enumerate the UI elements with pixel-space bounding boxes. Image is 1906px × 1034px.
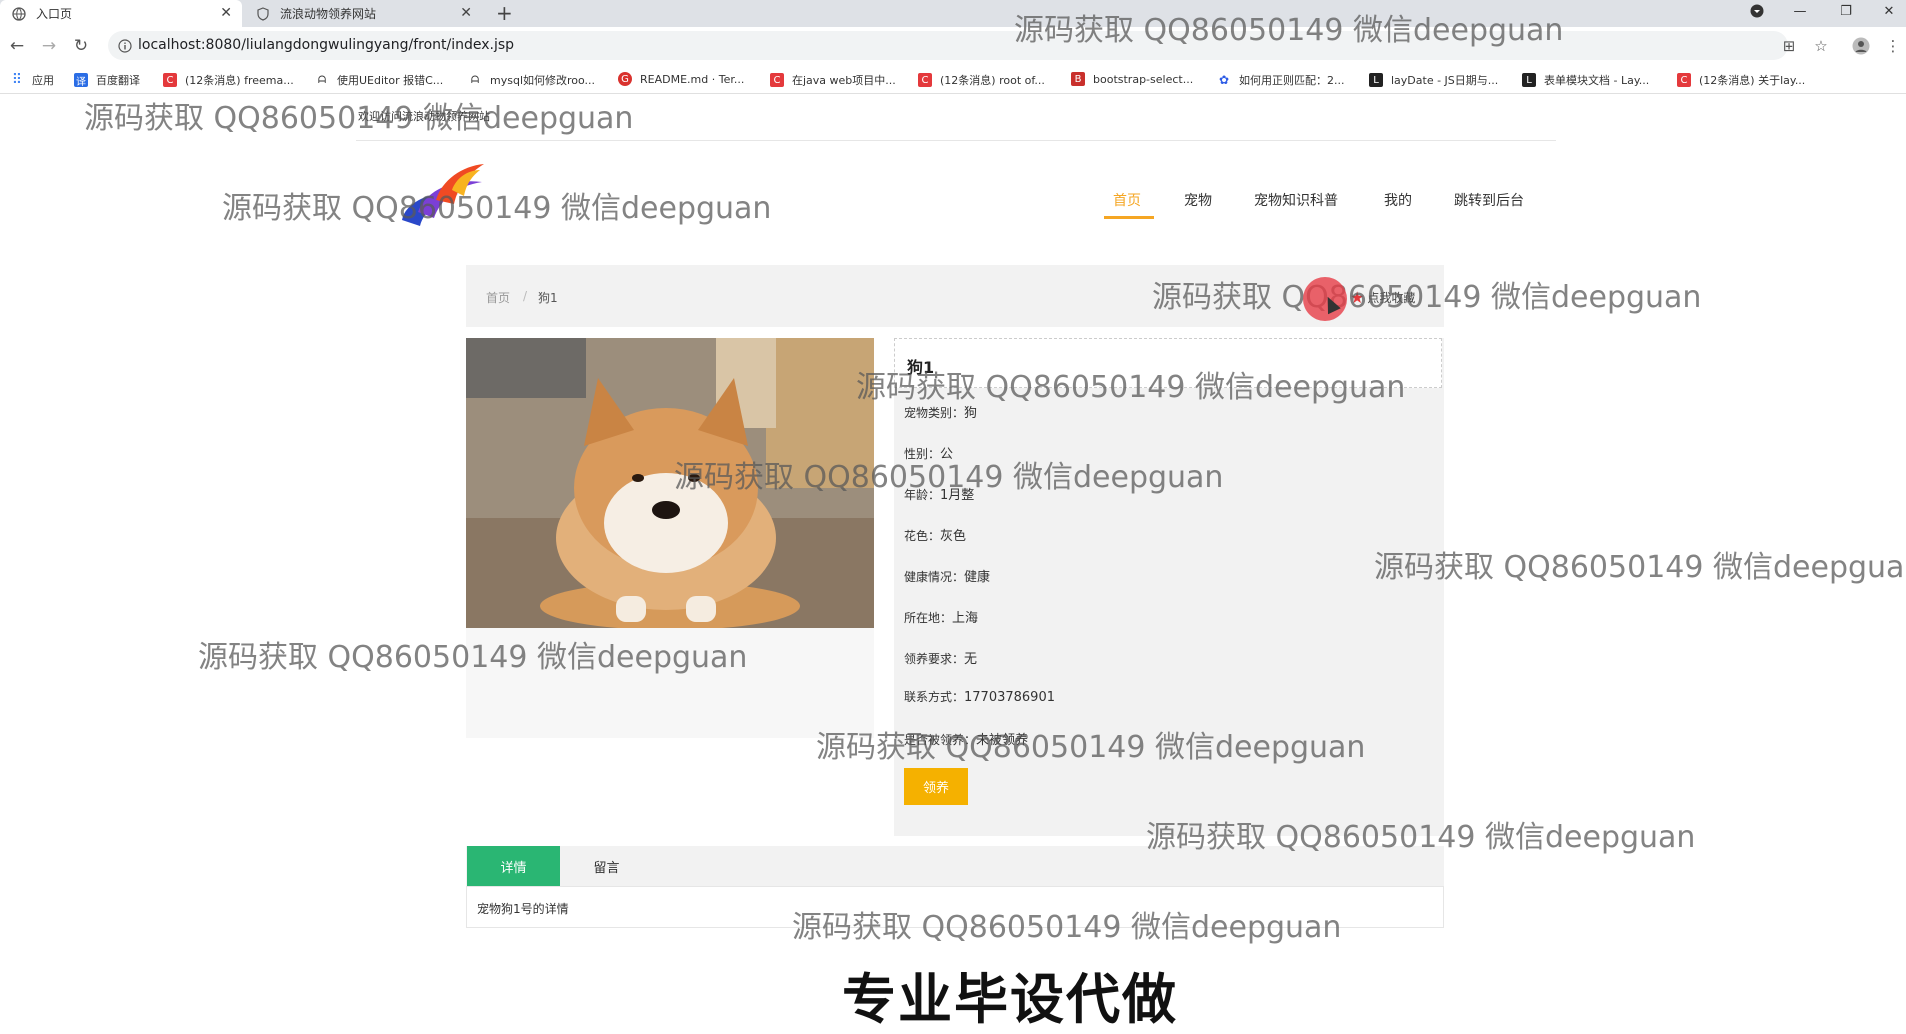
breadcrumb-separator: /: [523, 289, 528, 303]
layui-icon: L: [1369, 73, 1383, 87]
bookmark-item[interactable]: 译百度翻译: [74, 72, 140, 88]
bookmark-item[interactable]: G README.md · Ter...: [618, 72, 744, 86]
forward-icon[interactable]: →: [38, 35, 60, 57]
field-age: 年龄：1月整: [904, 488, 975, 503]
bookmark-item[interactable]: ᗩ mysql如何修改roo...: [468, 72, 595, 88]
csdn-icon: C: [770, 73, 784, 87]
site-logo[interactable]: [396, 160, 488, 232]
field-location: 所在地：上海: [904, 611, 979, 626]
header-divider: [356, 140, 1556, 141]
favorite-label: 点我收藏: [1367, 291, 1416, 305]
breadcrumb: [466, 265, 1444, 327]
info-icon[interactable]: [118, 38, 132, 53]
bookmark-item[interactable]: ᗩ 使用UEditor 报错C...: [315, 72, 443, 88]
link-icon: ᗩ: [317, 74, 327, 86]
tab-close-icon[interactable]: ✕: [220, 5, 232, 21]
bookmark-item[interactable]: ✿ 如何用正则匹配：2...: [1217, 72, 1345, 88]
globe-icon: [12, 6, 26, 21]
bootstrap-icon: B: [1071, 72, 1085, 86]
watermark: 源码获取 QQ86050149 微信deepguan: [222, 191, 772, 226]
link-icon: ᗩ: [470, 74, 480, 86]
nav-pets[interactable]: 宠物: [1184, 190, 1212, 210]
bookmark-apps[interactable]: ⠿ 应用: [10, 72, 54, 88]
translate-icon[interactable]: ⊞: [1780, 37, 1798, 55]
csdn-icon: C: [163, 73, 177, 87]
tab-title: 流浪动物领养网站: [280, 7, 377, 21]
nav-mine[interactable]: 我的: [1384, 190, 1412, 210]
tab-entry-page[interactable]: 入口页 ✕: [0, 0, 242, 27]
account-icon[interactable]: [1852, 37, 1870, 55]
csdn-icon: C: [1677, 73, 1691, 87]
watermark: 源码获取 QQ86050149 微信deepguan: [1374, 550, 1906, 585]
url-text: localhost:8080/liulangdongwulingyang/fro…: [138, 37, 515, 53]
field-health: 健康情况：健康: [904, 570, 991, 585]
bookmark-item[interactable]: C 在java web项目中...: [770, 72, 896, 88]
breadcrumb-home[interactable]: 首页: [486, 289, 510, 306]
tab-messages[interactable]: 留言: [560, 846, 653, 886]
tab-close-icon[interactable]: ✕: [460, 5, 472, 21]
minimize-icon[interactable]: —: [1785, 0, 1815, 22]
field-requirement: 领养要求：无: [904, 652, 978, 667]
bookmark-item[interactable]: C (12条消息) 关于lay...: [1677, 72, 1805, 88]
layui-icon: L: [1522, 73, 1536, 87]
welcome-text: 欢迎访问流浪动物领养网站: [358, 110, 490, 123]
breadcrumb-current: 狗1: [538, 291, 558, 305]
csdn-icon: C: [918, 73, 932, 87]
field-adopted-status: 是否被领养：未被领养: [904, 733, 1029, 748]
bookmark-star-icon[interactable]: ☆: [1812, 37, 1830, 55]
nav-pet-knowledge[interactable]: 宠物知识科普: [1254, 190, 1338, 210]
back-icon[interactable]: ←: [6, 35, 28, 57]
bookmarks-bar: ⠿ 应用 译百度翻译 C (12条消息) freema... ᗩ 使用UEditor …: [0, 64, 1906, 94]
reload-icon[interactable]: ↻: [70, 35, 92, 57]
detail-text: 宠物狗1号的详情: [477, 902, 569, 916]
shield-icon: [256, 6, 270, 21]
tab-adoption-site[interactable]: 流浪动物领养网站 ✕: [244, 0, 482, 27]
adopt-button[interactable]: 领养: [904, 768, 968, 805]
pet-info-header: [894, 338, 1442, 388]
bookmark-item[interactable]: LlayDate - JS日期与...: [1369, 72, 1498, 88]
gitee-icon: G: [618, 72, 632, 86]
field-color: 花色：灰色: [904, 529, 967, 544]
bookmark-item[interactable]: Bbootstrap-select...: [1071, 72, 1193, 86]
tab-title: 入口页: [36, 7, 73, 21]
address-bar: ← → ↻ localhost:8080/liulangdongwulingya…: [0, 27, 1906, 64]
star-icon: ★: [1350, 288, 1365, 307]
apps-grid-icon: ⠿: [11, 72, 23, 88]
close-window-icon[interactable]: ✕: [1874, 0, 1904, 22]
baidu-translate-icon: 译: [74, 73, 88, 88]
url-field[interactable]: localhost:8080/liulangdongwulingyang/fro…: [108, 31, 1788, 60]
menu-icon[interactable]: ⋮: [1884, 37, 1902, 55]
restore-icon[interactable]: ❐: [1831, 0, 1861, 22]
bookmark-item[interactable]: C (12条消息) freema...: [163, 72, 294, 88]
field-gender: 性别：公: [904, 447, 954, 462]
tab-details[interactable]: 详情: [467, 846, 560, 886]
nav-home[interactable]: 首页: [1113, 190, 1141, 210]
nav-admin[interactable]: 跳转到后台: [1454, 190, 1524, 210]
bookmark-item[interactable]: C (12条消息) root of...: [918, 72, 1045, 88]
new-tab-icon[interactable]: +: [496, 1, 513, 25]
field-contact: 联系方式：17703786901: [904, 690, 1055, 705]
favorite-button[interactable]: ★ 点我收藏: [1350, 288, 1415, 307]
paw-icon: ✿: [1218, 73, 1230, 87]
pet-name: 狗1: [907, 358, 935, 377]
nav-active-indicator: [1104, 216, 1154, 219]
bookmark-item[interactable]: L 表单模块文档 - Lay...: [1522, 72, 1649, 88]
profile-dropdown-icon[interactable]: [1742, 0, 1772, 22]
promo-banner: 专业毕设代做: [842, 968, 1178, 1031]
field-category: 宠物类别：狗: [904, 406, 978, 421]
pet-photo: [466, 338, 874, 628]
browser-tab-strip: 入口页 ✕ 流浪动物领养网站 ✕ + — ❐ ✕: [0, 0, 1906, 27]
tab-content: [466, 886, 1444, 928]
